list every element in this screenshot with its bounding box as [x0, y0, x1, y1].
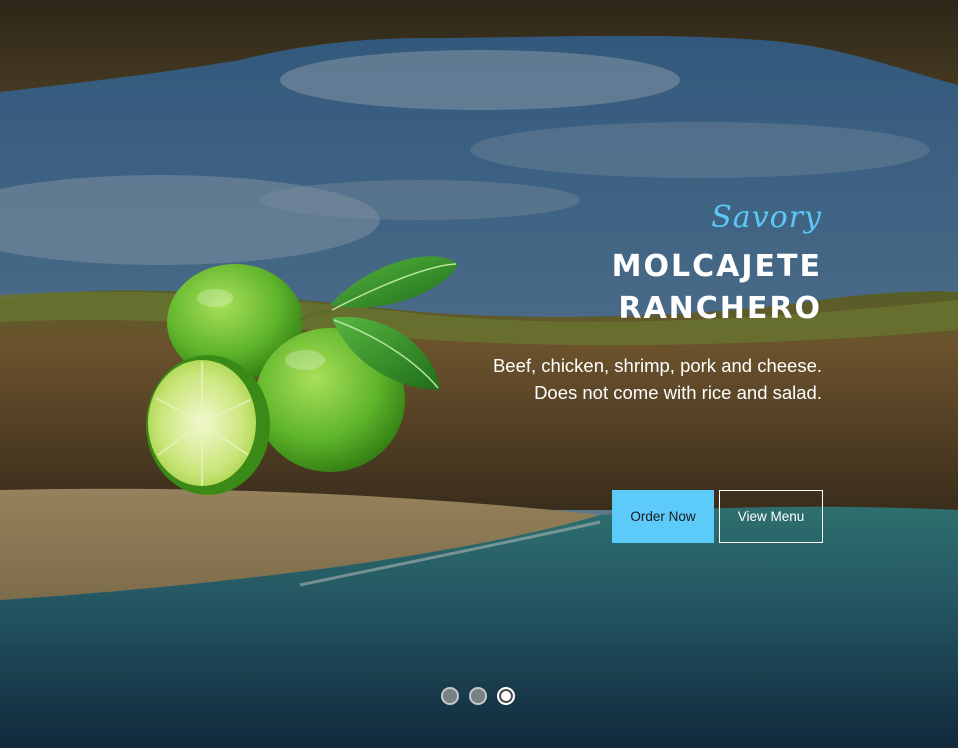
slide-title-line-2: RANCHERO	[618, 291, 822, 326]
slide-title-line-1: MOLCAJETE	[611, 249, 822, 284]
order-now-button[interactable]: Order Now	[612, 490, 714, 543]
slide-title: MOLCAJETE RANCHERO	[482, 246, 822, 330]
slide-caption: Savory MOLCAJETE RANCHERO Beef, chicken,…	[482, 198, 822, 406]
hero-slider: Savory MOLCAJETE RANCHERO Beef, chicken,…	[0, 0, 958, 748]
slide-buttons: Order Now View Menu	[612, 490, 823, 543]
slider-dot-2[interactable]	[469, 687, 487, 705]
slider-dot-1[interactable]	[441, 687, 459, 705]
limes-image	[146, 256, 458, 495]
slider-dot-3[interactable]	[497, 687, 515, 705]
slider-pagination	[441, 687, 525, 705]
slide-description: Beef, chicken, shrimp, pork and cheese. …	[492, 355, 822, 403]
view-menu-button[interactable]: View Menu	[719, 490, 823, 543]
slide-eyebrow: Savory	[711, 200, 822, 235]
